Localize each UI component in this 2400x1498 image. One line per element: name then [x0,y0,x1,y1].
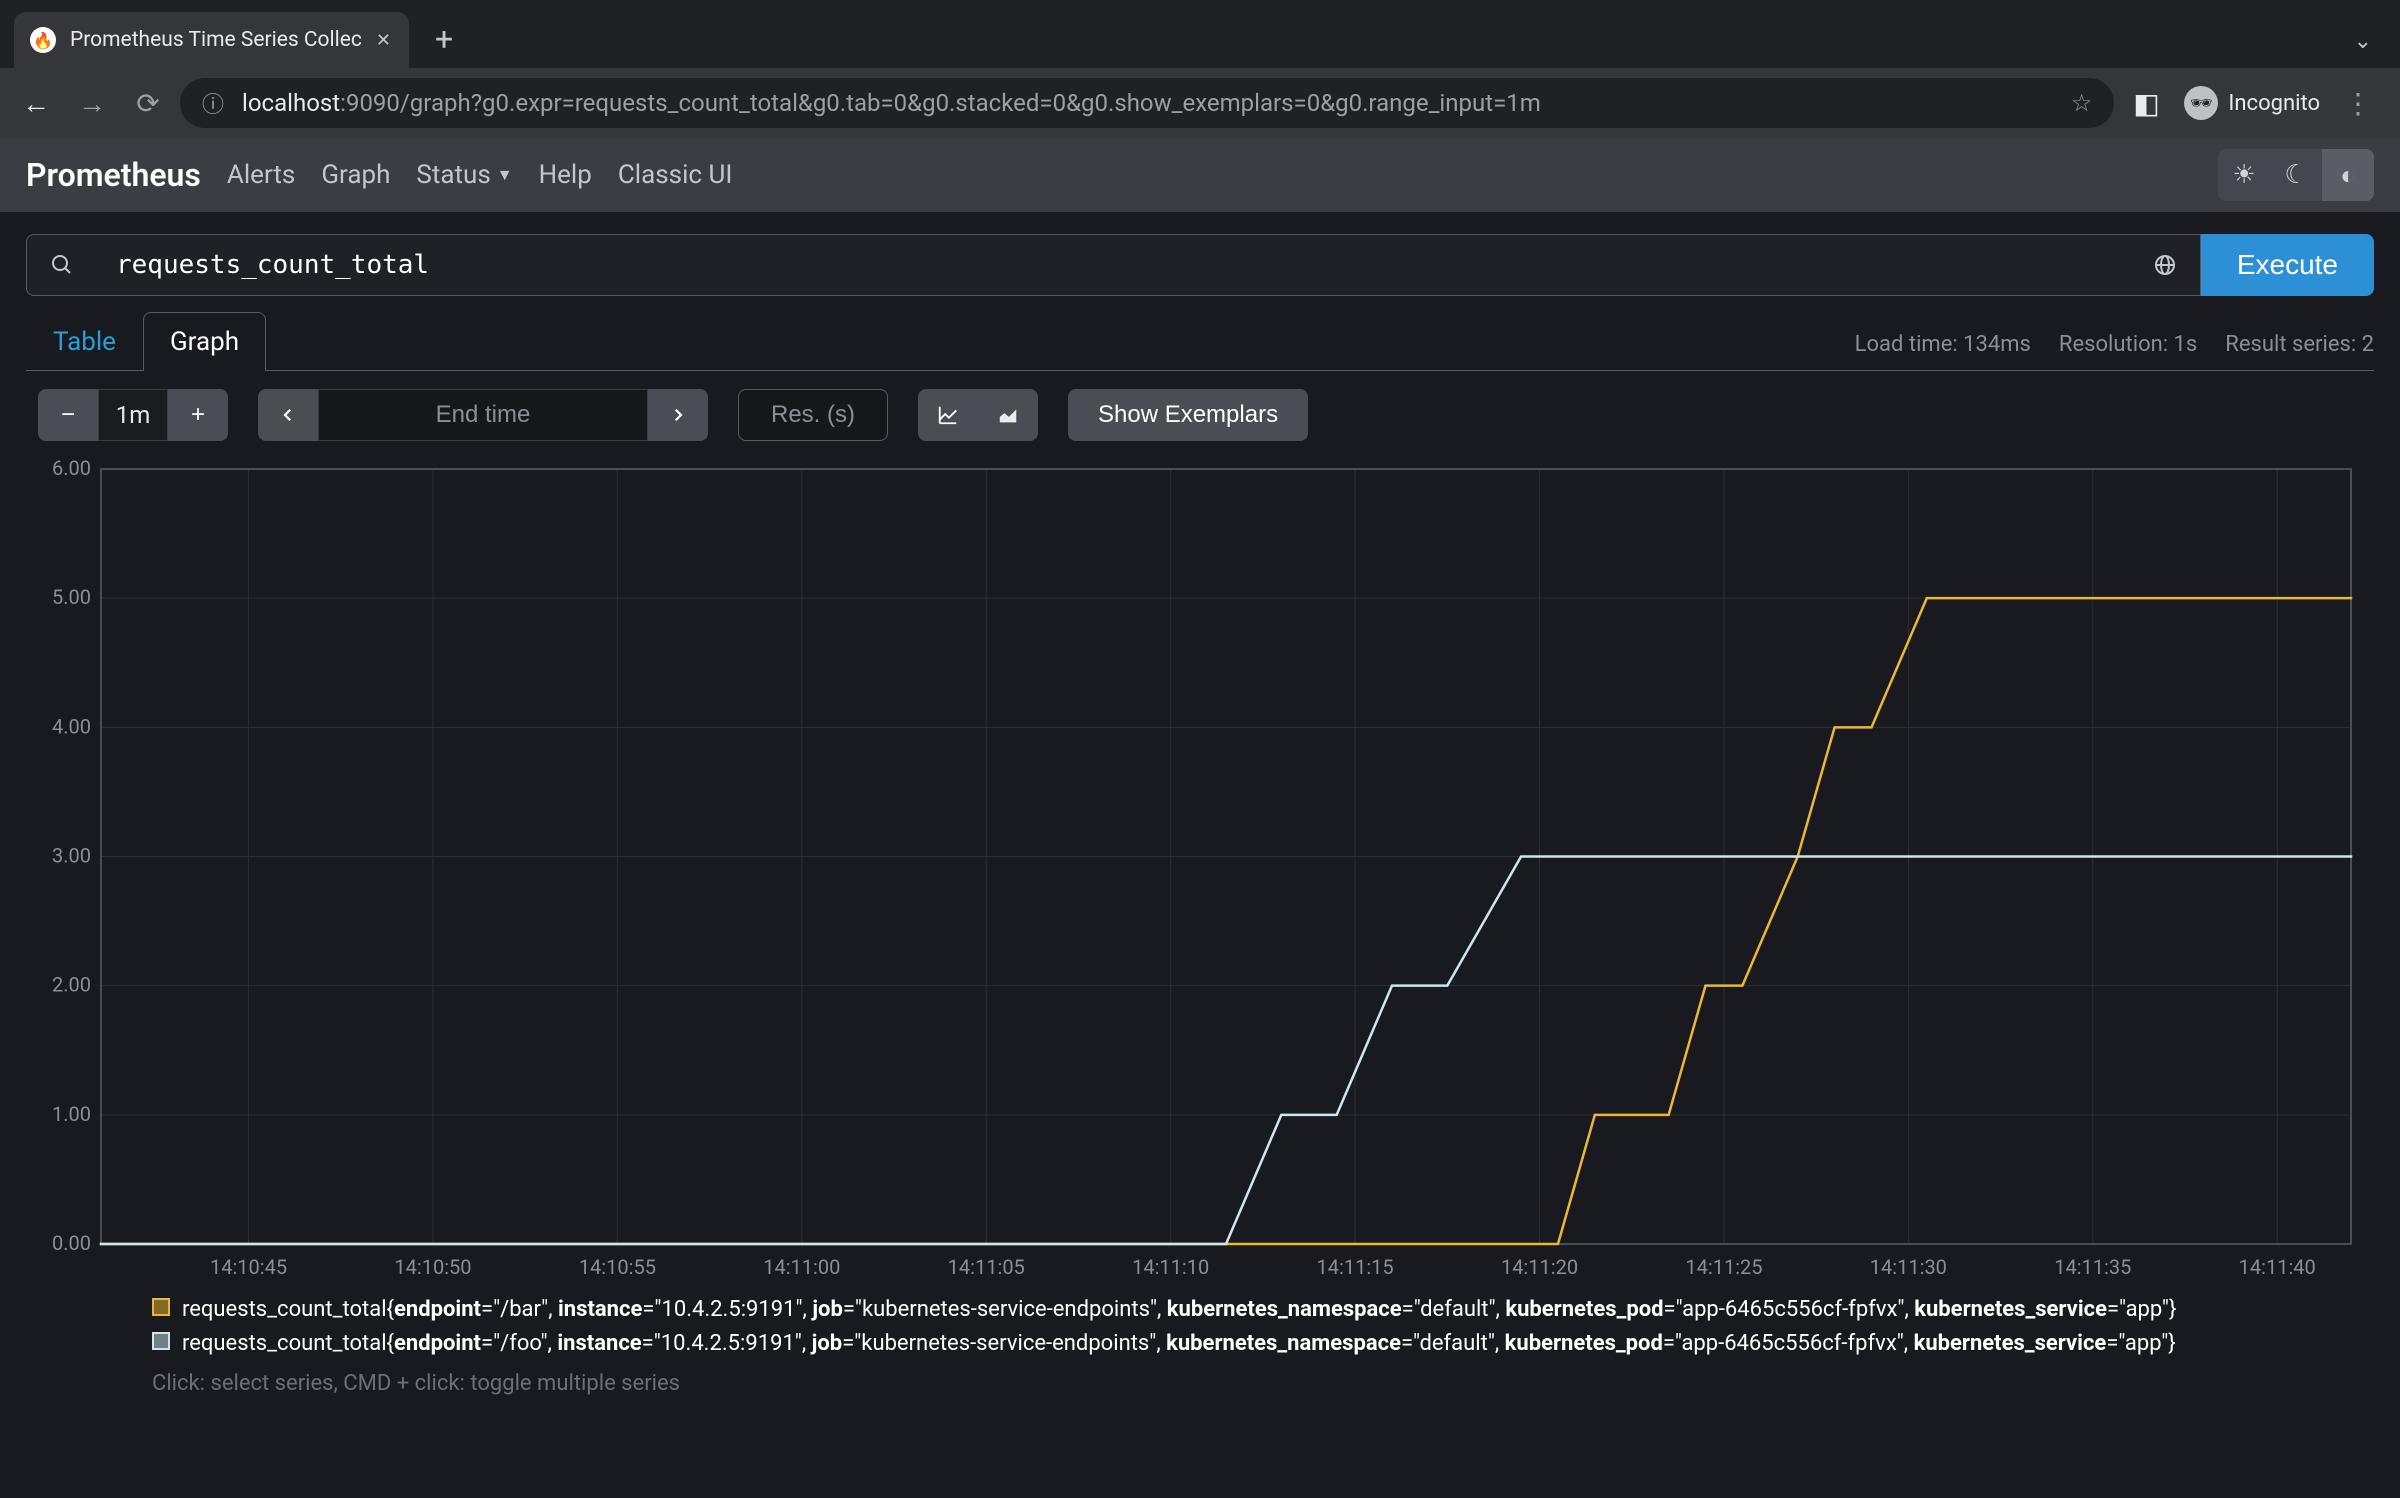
show-exemplars-button[interactable]: Show Exemplars [1068,389,1308,441]
svg-text:14:10:45: 14:10:45 [210,1255,287,1279]
legend-item[interactable]: requests_count_total{endpoint="/bar", in… [152,1293,2400,1327]
range-display[interactable]: 1m [98,389,168,441]
svg-text:0.00: 0.00 [52,1231,91,1255]
browser-toolbar: ← → ⟳ ⓘ localhost:9090/graph?g0.expr=req… [0,68,2400,138]
legend-label: requests_count_total{endpoint="/bar", in… [182,1293,2176,1327]
incognito-indicator[interactable]: 🕶 Incognito [2184,86,2320,120]
line-chart-icon [937,404,959,426]
tab-table[interactable]: Table [26,312,143,371]
svg-text:3.00: 3.00 [52,844,91,868]
globe-icon [2153,253,2177,277]
chart-area[interactable]: 0.00 1.00 2.00 3.00 4.00 5.00 6.00 14:10:45 14:1… [0,459,2400,1279]
site-info-icon[interactable]: ⓘ [202,87,224,119]
svg-text:5.00: 5.00 [52,585,91,609]
chevron-down-icon: ▼ [497,165,513,185]
end-time-input[interactable] [318,389,648,441]
stat-resolution: Resolution: 1s [2059,332,2197,357]
url-bar[interactable]: ⓘ localhost:9090/graph?g0.expr=requests_… [180,78,2114,128]
legend-swatch [152,1298,170,1316]
time-group [258,389,708,441]
svg-text:14:10:50: 14:10:50 [394,1255,471,1279]
back-button[interactable]: ← [12,79,60,127]
theme-toggle: ☀ ☾ ◐ [2218,149,2374,201]
svg-text:14:11:15: 14:11:15 [1317,1255,1394,1279]
query-input[interactable] [96,234,2131,296]
svg-text:14:11:25: 14:11:25 [1685,1255,1762,1279]
browser-tabstrip: 🔥 Prometheus Time Series Collec ✕ + ⌄ [0,0,2400,68]
metrics-explorer-button[interactable] [26,234,96,296]
time-back-button[interactable] [258,389,318,441]
range-group: − 1m + [38,389,228,441]
area-chart-icon [997,404,1019,426]
nav-alerts[interactable]: Alerts [227,160,295,190]
favicon-icon: 🔥 [30,27,56,53]
format-button[interactable] [2131,234,2201,296]
search-icon [50,253,74,277]
forward-button[interactable]: → [68,79,116,127]
theme-dark-icon[interactable]: ☾ [2270,149,2322,201]
range-increase-button[interactable]: + [168,389,228,441]
nav-status[interactable]: Status ▼ [416,160,512,190]
legend-hint: Click: select series, CMD + click: toggl… [152,1361,2400,1401]
svg-text:14:11:00: 14:11:00 [763,1255,840,1279]
resolution-input[interactable] [738,389,888,441]
svg-text:14:11:40: 14:11:40 [2239,1255,2316,1279]
tab-title: Prometheus Time Series Collec [70,28,362,52]
time-series-chart: 0.00 1.00 2.00 3.00 4.00 5.00 6.00 14:10:45 14:1… [50,459,2362,1279]
svg-text:14:11:35: 14:11:35 [2054,1255,2131,1279]
incognito-icon: 🕶 [2184,86,2218,120]
window-expand-icon[interactable]: ⌄ [2326,29,2400,68]
url-text: localhost:9090/graph?g0.expr=requests_co… [242,89,1541,117]
nav-graph[interactable]: Graph [321,160,390,190]
legend-item[interactable]: requests_count_total{endpoint="/foo", in… [152,1327,2400,1361]
query-stats: Load time: 134ms Resolution: 1s Result s… [1855,332,2374,371]
theme-auto-icon[interactable]: ◐ [2322,149,2374,201]
chevron-left-icon [279,406,297,424]
query-row: Execute [26,234,2374,296]
brand[interactable]: Prometheus [26,156,201,194]
panel-icon[interactable]: ◧ [2122,79,2170,127]
time-forward-button[interactable] [648,389,708,441]
graph-toolbar: − 1m + Show Exemplars [0,371,2400,459]
close-icon[interactable]: ✕ [376,30,391,51]
nav-help[interactable]: Help [539,160,592,190]
chart-type-group [918,389,1038,441]
svg-text:14:11:10: 14:11:10 [1132,1255,1209,1279]
line-chart-button[interactable] [918,389,978,441]
tab-graph[interactable]: Graph [143,312,266,371]
reload-button[interactable]: ⟳ [124,79,172,127]
new-tab-button[interactable]: + [409,20,479,68]
browser-tab[interactable]: 🔥 Prometheus Time Series Collec ✕ [14,12,409,68]
bookmark-icon[interactable]: ☆ [2071,89,2093,117]
browser-menu-icon[interactable]: ⋮ [2334,79,2382,127]
svg-text:1.00: 1.00 [52,1102,91,1126]
svg-text:6.00: 6.00 [52,459,91,480]
legend-swatch [152,1332,170,1350]
svg-text:2.00: 2.00 [52,973,91,997]
svg-text:14:11:20: 14:11:20 [1501,1255,1578,1279]
execute-button[interactable]: Execute [2201,234,2374,296]
app-navbar: Prometheus Alerts Graph Status ▼ Help Cl… [0,138,2400,212]
svg-text:4.00: 4.00 [52,714,91,738]
stat-result-series: Result series: 2 [2225,332,2374,357]
theme-light-icon[interactable]: ☀ [2218,149,2270,201]
range-decrease-button[interactable]: − [38,389,98,441]
svg-text:14:11:05: 14:11:05 [948,1255,1025,1279]
stacked-chart-button[interactable] [978,389,1038,441]
svg-text:14:10:55: 14:10:55 [579,1255,656,1279]
svg-text:14:11:30: 14:11:30 [1870,1255,1947,1279]
legend-label: requests_count_total{endpoint="/foo", in… [182,1327,2176,1361]
nav-classic-ui[interactable]: Classic UI [618,160,733,190]
stat-load-time: Load time: 134ms [1855,332,2031,357]
chevron-right-icon [669,406,687,424]
legend: requests_count_total{endpoint="/bar", in… [0,1279,2400,1401]
